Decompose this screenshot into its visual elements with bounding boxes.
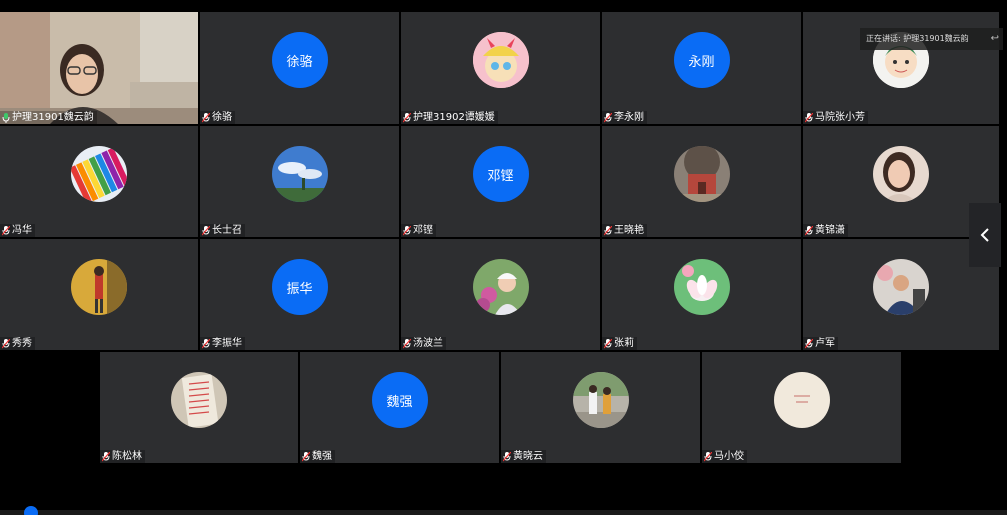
- participant-tile-3[interactable]: 永刚 李永刚: [602, 12, 801, 124]
- participant-tile-1[interactable]: 徐骆 徐骆: [200, 12, 399, 124]
- participant-name-label: 邓铿: [401, 224, 436, 237]
- mic-muted-icon: [503, 451, 511, 461]
- mic-muted-icon: [805, 338, 813, 348]
- mic-muted-icon: [403, 225, 411, 235]
- mic-muted-icon: [102, 451, 110, 461]
- cartoon-girl-avatar: [472, 32, 529, 88]
- participant-name-label: 张莉: [602, 337, 637, 350]
- mic-muted-icon: [403, 338, 411, 348]
- initials-avatar: 振华: [271, 259, 328, 315]
- initials-avatar: 永刚: [673, 32, 730, 88]
- bottom-bar: [0, 510, 1007, 515]
- lotus-flower-avatar: [673, 259, 730, 315]
- toolbar-handle[interactable]: [24, 506, 38, 515]
- participant-tile-7[interactable]: 邓铿 邓铿: [401, 126, 600, 237]
- speaking-indicator: 正在讲话: 护理31901魏云韵 ↩: [860, 28, 1003, 50]
- participant-tile-17[interactable]: 黄晓云: [501, 352, 700, 463]
- video-feed: [0, 12, 198, 124]
- mic-muted-icon: [604, 225, 612, 235]
- cream-card-avatar: [773, 372, 830, 428]
- mic-muted-icon: [604, 112, 612, 122]
- participant-tile-18[interactable]: 马小佼: [702, 352, 901, 463]
- woman-flowers-avatar: [472, 259, 529, 315]
- participant-name-label: 汤波兰: [401, 337, 446, 350]
- participant-name-label: 马院张小芳: [803, 111, 868, 124]
- mic-muted-icon: [202, 112, 210, 122]
- initials-avatar: 魏强: [371, 372, 428, 428]
- person-yellow-room-avatar: [71, 259, 127, 315]
- participant-name-label: 黄晓云: [501, 450, 546, 463]
- participant-name-label: 李永刚: [602, 111, 647, 124]
- participant-name-label: 徐骆: [200, 111, 235, 124]
- mic-muted-icon: [704, 451, 712, 461]
- participant-name-label: 陈松林: [100, 450, 145, 463]
- mic-muted-icon: [805, 225, 813, 235]
- mic-muted-icon: [805, 112, 813, 122]
- woman-portrait-avatar: [873, 146, 929, 202]
- participant-tile-12[interactable]: 汤波兰: [401, 239, 600, 350]
- collapse-arrow-icon[interactable]: ↩: [991, 28, 999, 50]
- participant-name-label: 马小佼: [702, 450, 747, 463]
- mic-active-icon: [2, 112, 10, 123]
- participant-name-label: 长士召: [200, 224, 245, 237]
- participant-name-label: 魏强: [300, 450, 335, 463]
- mic-muted-icon: [2, 338, 10, 348]
- participant-name-label: 护理31902谭媛媛: [401, 111, 498, 124]
- participant-tile-15[interactable]: 陈松林: [100, 352, 298, 463]
- sidebar-toggle-button[interactable]: [969, 203, 1001, 267]
- participant-tile-8[interactable]: 王晓艳: [602, 126, 801, 237]
- mic-muted-icon: [604, 338, 612, 348]
- participant-name-label: 秀秀: [0, 337, 35, 350]
- participant-name-label: 王晓艳: [602, 224, 647, 237]
- mic-muted-icon: [302, 451, 310, 461]
- participant-tile-13[interactable]: 张莉: [602, 239, 801, 350]
- mic-muted-icon: [202, 225, 210, 235]
- participant-tile-0[interactable]: 护理31901魏云韵: [0, 12, 198, 124]
- handwritten-paper-avatar: [171, 372, 227, 428]
- man-outdoors-avatar: [873, 259, 929, 315]
- rainbow-crayons-avatar: [71, 146, 127, 202]
- mic-muted-icon: [403, 112, 411, 122]
- participant-tile-5[interactable]: 冯华: [0, 126, 198, 237]
- mic-muted-icon: [2, 225, 10, 235]
- participant-name-label: 黄锦潇: [803, 224, 848, 237]
- participant-name-label: 卢军: [803, 337, 838, 350]
- participant-name-label: 李振华: [200, 337, 245, 350]
- participant-name-label: 护理31901魏云韵: [0, 111, 97, 124]
- initials-avatar: 徐骆: [271, 32, 328, 88]
- street-people-avatar: [572, 372, 629, 428]
- sky-landscape-avatar: [271, 146, 328, 202]
- chevron-left-icon: [980, 228, 989, 242]
- participant-tile-6[interactable]: 长士召: [200, 126, 399, 237]
- participant-tile-11[interactable]: 振华 李振华: [200, 239, 399, 350]
- initials-avatar: 邓铿: [472, 146, 529, 202]
- participant-tile-10[interactable]: 秀秀: [0, 239, 198, 350]
- participant-tile-16[interactable]: 魏强 魏强: [300, 352, 499, 463]
- participant-tile-2[interactable]: 护理31902谭媛媛: [401, 12, 600, 124]
- mic-muted-icon: [202, 338, 210, 348]
- participant-name-label: 冯华: [0, 224, 35, 237]
- house-tree-avatar: [673, 146, 730, 202]
